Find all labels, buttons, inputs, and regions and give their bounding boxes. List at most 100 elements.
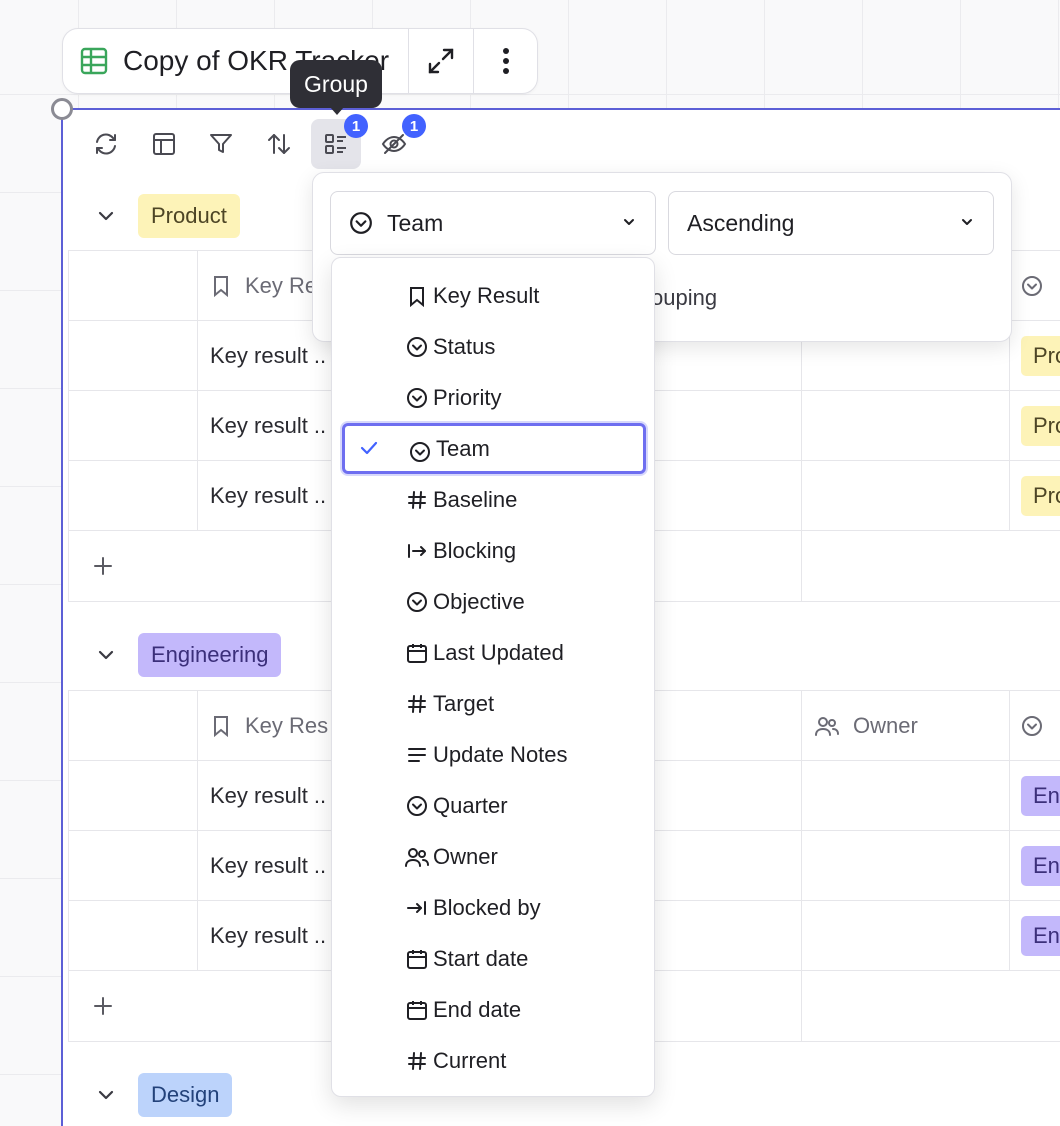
select-circle-icon xyxy=(1021,275,1043,297)
dropdown-item-label: Team xyxy=(436,435,490,461)
team-chip: En xyxy=(1021,915,1060,956)
dropdown-item-end-date[interactable]: End date xyxy=(342,984,646,1035)
key-result-cell: Key result .. xyxy=(210,852,327,878)
resize-handle[interactable] xyxy=(51,98,73,120)
group-tag: Design xyxy=(138,1073,233,1117)
dropdown-item-quarter[interactable]: Quarter xyxy=(342,780,646,831)
select-circle-icon xyxy=(1021,715,1043,737)
select-circle-icon xyxy=(349,211,373,235)
dropdown-item-last-updated[interactable]: Last Updated xyxy=(342,627,646,678)
column-header-team[interactable] xyxy=(1021,251,1043,320)
dropdown-item-label: Baseline xyxy=(433,486,518,512)
select-circle-icon xyxy=(404,589,430,615)
more-button[interactable] xyxy=(473,29,537,93)
dropdown-item-label: Target xyxy=(433,690,495,716)
dropdown-item-baseline[interactable]: Baseline xyxy=(342,474,646,525)
column-header-key-result[interactable]: Key Res xyxy=(211,691,328,760)
chevron-down-icon[interactable] xyxy=(92,202,120,230)
group-field-select[interactable]: Team xyxy=(330,191,656,255)
select-circle-icon xyxy=(404,793,430,819)
group-tag: Engineering xyxy=(138,633,282,677)
plus-icon[interactable] xyxy=(93,531,113,601)
column-header-owner[interactable]: Owner xyxy=(815,691,918,760)
dropdown-item-label: Update Notes xyxy=(433,741,568,767)
add-subgrouping-link[interactable]: ouping xyxy=(651,285,717,311)
key-result-cell: Key result .. xyxy=(210,482,327,508)
key-result-cell: Key result .. xyxy=(210,342,327,368)
arrow-right-bar-icon xyxy=(404,538,430,564)
dropdown-item-label: Blocked by xyxy=(433,894,541,920)
group-header-product: Product xyxy=(92,194,240,238)
plus-icon[interactable] xyxy=(93,971,113,1041)
dropdown-item-label: Blocking xyxy=(433,537,517,563)
bookmark-icon xyxy=(211,275,231,297)
arrow-to-bar-icon xyxy=(404,895,430,921)
refresh-icon xyxy=(93,131,119,157)
calendar-icon xyxy=(404,640,430,666)
dropdown-item-target[interactable]: Target xyxy=(342,678,646,729)
more-vertical-icon xyxy=(501,47,511,75)
dropdown-item-label: Start date xyxy=(433,945,529,971)
bookmark-icon xyxy=(211,715,231,737)
group-tooltip: Group xyxy=(290,60,382,115)
column-header-key-result[interactable]: Key Re xyxy=(211,251,317,320)
group-button[interactable]: 1 xyxy=(311,114,368,169)
team-chip: En xyxy=(1021,775,1060,816)
dropdown-item-blocked-by[interactable]: Blocked by xyxy=(342,882,646,933)
expand-button[interactable] xyxy=(409,29,473,93)
dropdown-item-start-date[interactable]: Start date xyxy=(342,933,646,984)
group-header-engineering: Engineering xyxy=(92,633,282,677)
dropdown-item-blocking[interactable]: Blocking xyxy=(342,525,646,576)
filter-icon xyxy=(208,131,234,157)
dropdown-item-status[interactable]: Status xyxy=(342,321,646,372)
hash-icon xyxy=(404,487,430,513)
select-circle-icon xyxy=(404,334,430,360)
dropdown-item-label: End date xyxy=(433,996,522,1022)
team-chip: Pro xyxy=(1021,335,1060,376)
dropdown-item-label: Status xyxy=(433,333,496,359)
hide-fields-button[interactable]: 1 xyxy=(369,114,426,169)
dropdown-item-label: Priority xyxy=(433,384,502,410)
sync-button[interactable] xyxy=(81,119,131,169)
column-header-team[interactable] xyxy=(1021,691,1043,760)
chevron-down-icon xyxy=(621,214,637,230)
select-circle-icon xyxy=(404,385,430,411)
chevron-down-icon[interactable] xyxy=(92,1081,120,1109)
group-icon xyxy=(323,131,349,157)
text-lines-icon xyxy=(404,742,430,768)
group-header-design: Design xyxy=(92,1073,233,1117)
bookmark-icon xyxy=(404,283,430,309)
dropdown-item-update-notes[interactable]: Update Notes xyxy=(342,729,646,780)
group-order-value: Ascending xyxy=(687,209,795,236)
dropdown-item-label: Key Result xyxy=(433,282,540,308)
hash-icon xyxy=(404,691,430,717)
hash-icon xyxy=(404,1048,430,1074)
key-result-cell: Key result .. xyxy=(210,782,327,808)
group-count-badge: 1 xyxy=(344,114,368,138)
team-chip: Pro xyxy=(1021,475,1060,516)
people-icon xyxy=(815,715,839,737)
dropdown-item-objective[interactable]: Objective xyxy=(342,576,646,627)
dropdown-item-team[interactable]: Team xyxy=(342,423,646,474)
group-field-value: Team xyxy=(387,209,444,236)
dropdown-item-current[interactable]: Current xyxy=(342,1035,646,1086)
dropdown-item-label: Owner xyxy=(433,843,498,869)
key-result-cell: Key result .. xyxy=(210,922,327,948)
layout-button[interactable] xyxy=(139,119,189,169)
eye-off-icon xyxy=(381,131,407,157)
dropdown-item-label: Objective xyxy=(433,588,525,614)
calendar-icon xyxy=(404,997,430,1023)
key-result-cell: Key result .. xyxy=(210,412,327,438)
dropdown-item-owner[interactable]: Owner xyxy=(342,831,646,882)
filter-button[interactable] xyxy=(196,119,246,169)
team-chip: Pro xyxy=(1021,405,1060,446)
check-icon xyxy=(359,438,379,458)
sort-button[interactable] xyxy=(254,119,304,169)
layout-icon xyxy=(151,131,177,157)
group-order-select[interactable]: Ascending xyxy=(668,191,994,255)
dropdown-item-label: Quarter xyxy=(433,792,508,818)
dropdown-item-priority[interactable]: Priority xyxy=(342,372,646,423)
dropdown-item-label: Last Updated xyxy=(433,639,564,665)
dropdown-item-key-result[interactable]: Key Result xyxy=(342,270,646,321)
chevron-down-icon[interactable] xyxy=(92,641,120,669)
